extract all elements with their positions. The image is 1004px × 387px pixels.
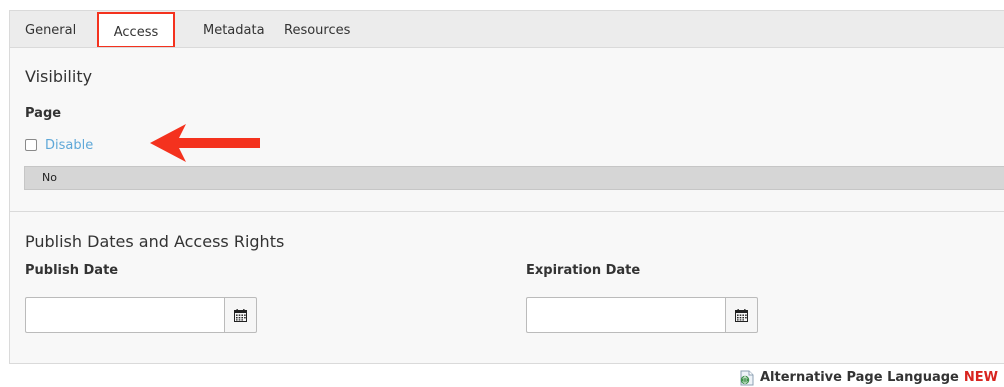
new-badge: NEW [963, 369, 998, 385]
section-divider [10, 211, 1004, 212]
publish-date-calendar-button[interactable] [224, 297, 257, 333]
tab-general[interactable]: General [25, 11, 76, 47]
visibility-section-title: Visibility [25, 67, 93, 86]
page-language-icon [740, 370, 754, 385]
alternative-page-language-label[interactable]: Alternative Page Language [760, 370, 959, 385]
access-panel: Visibility Page Disable No Publish Dates… [9, 47, 1004, 364]
expiration-date-calendar-button[interactable] [725, 297, 758, 333]
annotation-arrow [150, 124, 260, 162]
expiration-date-input-group [526, 297, 758, 333]
tab-bar: General Access Metadata Resources [9, 10, 1004, 48]
expiration-date-input[interactable] [526, 297, 725, 333]
tab-metadata[interactable]: Metadata [203, 11, 265, 47]
tab-resources[interactable]: Resources [284, 11, 350, 47]
disable-checkbox[interactable] [25, 139, 37, 151]
page-label: Page [25, 106, 62, 121]
calendar-icon [735, 308, 748, 322]
disable-checkbox-row[interactable]: Disable [25, 136, 93, 154]
disable-value-bar: No [24, 166, 1004, 190]
calendar-icon [234, 308, 247, 322]
publish-date-input[interactable] [25, 297, 224, 333]
tab-access[interactable]: Access [97, 12, 175, 48]
expiration-date-label: Expiration Date [526, 263, 641, 278]
publish-date-label: Publish Date [25, 263, 119, 278]
alternative-page-language-link[interactable]: Alternative Page Language NEW [739, 367, 998, 387]
publish-section-title: Publish Dates and Access Rights [25, 232, 285, 251]
publish-date-input-group [25, 297, 257, 333]
disable-label[interactable]: Disable [45, 138, 93, 153]
